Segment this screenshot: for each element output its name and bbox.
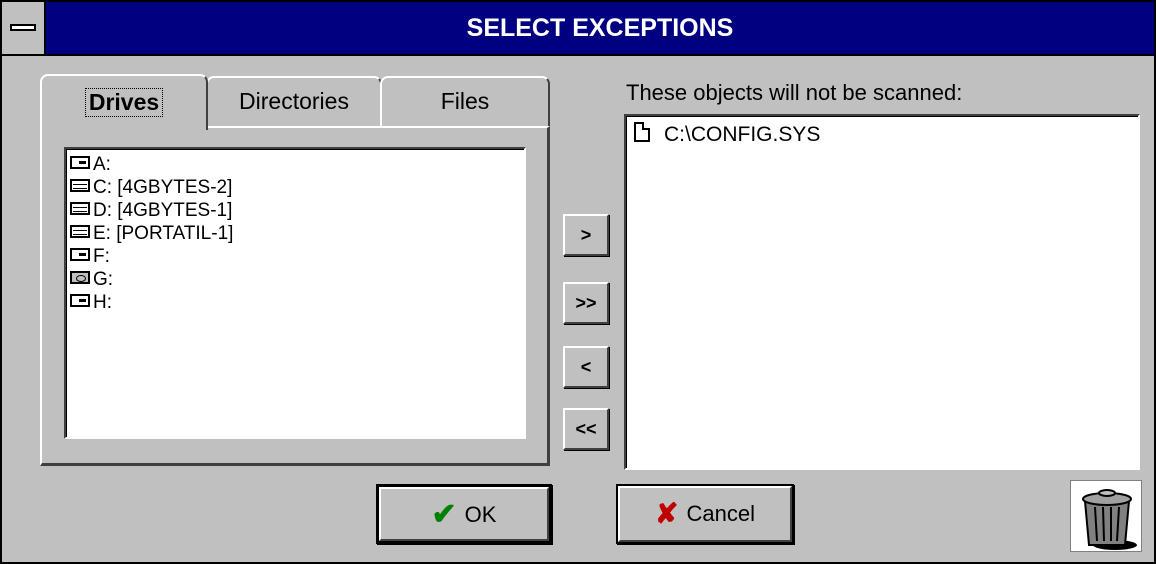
list-item[interactable]: E: [PORTATIL-1] [66, 222, 524, 245]
list-item[interactable]: F: [66, 245, 524, 268]
ok-button[interactable]: ✔ OK [376, 484, 552, 544]
list-item[interactable]: H: [66, 291, 524, 314]
trash-icon [1082, 489, 1137, 550]
cancel-button[interactable]: ✘ Cancel [616, 484, 794, 544]
list-item[interactable]: A: [66, 153, 524, 176]
drive-label: H: [93, 292, 112, 313]
drive-label: E: [PORTATIL-1] [93, 223, 234, 244]
tab-drives[interactable]: Drives [40, 74, 208, 130]
tab-files[interactable]: Files [380, 76, 550, 126]
add-button[interactable]: > [563, 214, 609, 256]
list-item[interactable]: C:\CONFIG.SYS [626, 122, 1138, 148]
floppy-drive-icon [70, 294, 90, 308]
title-bar[interactable]: SELECT EXCEPTIONS [2, 2, 1154, 56]
hard-drive-icon [70, 225, 90, 239]
system-menu-button[interactable] [2, 2, 46, 54]
cdrom-drive-icon [70, 271, 90, 285]
tab-directories[interactable]: Directories [206, 76, 382, 126]
hard-drive-icon [70, 179, 90, 193]
remove-all-button[interactable]: << [563, 408, 609, 450]
drive-label: D: [4GBYTES-1] [93, 200, 233, 221]
add-all-button[interactable]: >> [563, 282, 609, 324]
window-title: SELECT EXCEPTIONS [466, 14, 734, 42]
exceptions-list[interactable]: C:\CONFIG.SYS [624, 114, 1140, 470]
list-item[interactable]: C: [4GBYTES-2] [66, 176, 524, 199]
trash-button[interactable] [1070, 480, 1142, 552]
drive-label: A: [93, 154, 111, 175]
system-menu-icon [10, 24, 36, 31]
drive-label: C: [4GBYTES-2] [93, 177, 233, 198]
list-item[interactable]: D: [4GBYTES-1] [66, 199, 524, 222]
file-icon [634, 122, 650, 143]
floppy-drive-icon [70, 248, 90, 262]
exception-label: C:\CONFIG.SYS [664, 123, 821, 146]
floppy-drive-icon [70, 156, 90, 170]
drive-label: G: [93, 269, 114, 290]
tab-label: Files [440, 88, 490, 114]
exceptions-label: These objects will not be scanned: [626, 80, 963, 105]
remove-button[interactable]: < [563, 346, 609, 388]
hard-drive-icon [70, 202, 90, 216]
tab-label: Drives [84, 88, 164, 117]
drive-label: F: [93, 246, 110, 267]
drive-list[interactable]: A: C: [4GBYTES-2] D: [4GBYTES-1] E: [POR… [64, 147, 526, 439]
list-item[interactable]: G: [66, 268, 524, 291]
tab-label: Directories [239, 88, 349, 114]
